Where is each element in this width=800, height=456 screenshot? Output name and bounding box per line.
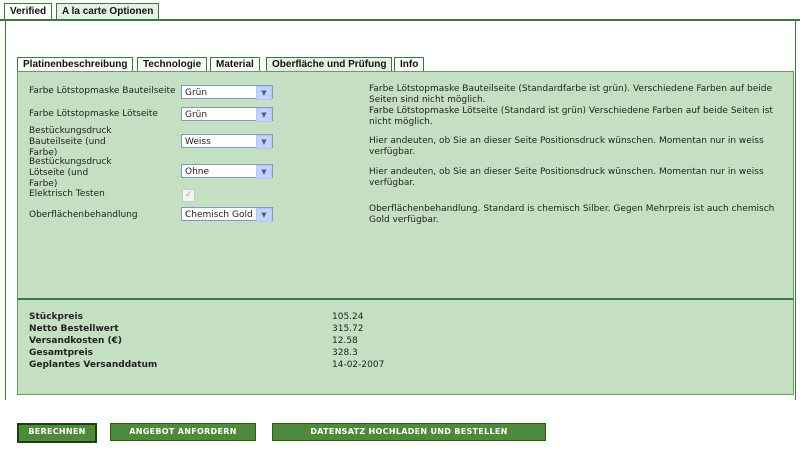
summary-value-stueckpreis: 105.24 [332,312,364,322]
tab-material[interactable]: Material [210,57,260,72]
label-line: Bauteilseite (und [29,137,106,147]
price-summary: Stückpreis 105.24 Netto Bestellwert 315.… [17,298,794,395]
tab-platinenbeschreibung[interactable]: Platinenbeschreibung [17,57,134,72]
checkbox-elektrisch-testen[interactable]: ✓ [182,189,195,202]
tab-a-la-carte-optionen[interactable]: A la carte Optionen [56,3,160,20]
tab-technologie[interactable]: Technologie [137,57,208,72]
tab-info[interactable]: Info [394,57,425,72]
label-elektrisch-testen: Elektrisch Testen [29,189,105,199]
tab-verified[interactable]: Verified [4,3,53,19]
select-bestueckung-bauteil[interactable]: Weiss ▼ [181,134,273,149]
summary-label-netto: Netto Bestellwert [29,324,119,334]
summary-value-versanddatum: 14-02-2007 [332,360,385,370]
label-oberflaeche: Oberflächenbehandlung [29,210,138,220]
select-loetstopp-bauteil[interactable]: Grün ▼ [181,85,273,100]
select-value: Ohne [185,167,210,177]
chevron-down-icon[interactable]: ▼ [256,208,272,222]
desc-bestueckung-loet: Hier andeuten, ob Sie an dieser Seite Po… [369,167,764,188]
select-value: Grün [185,88,208,98]
label-loetstopp-loet: Farbe Lötstopmaske Lötseite [29,109,158,119]
label-line: Lötseite (und [29,168,89,178]
select-value: Grün [185,110,208,120]
chevron-down-icon[interactable]: ▼ [256,86,272,100]
select-value: Weiss [185,137,211,147]
label-bestueckung-bauteil: Bestückungsdruck Bauteilseite (und Farbe… [29,126,112,159]
desc-oberflaeche: Oberflächenbehandlung. Standard is chemi… [369,204,775,225]
chevron-down-icon[interactable]: ▼ [256,108,272,122]
summary-label-versanddatum: Geplantes Versanddatum [29,360,158,370]
summary-label-gesamtpreis: Gesamtpreis [29,348,94,358]
tab-oberflaeche-und-pruefung[interactable]: Oberfläche und Prüfung [266,57,393,72]
options-form: Farbe Lötstopmaske Bauteilseite Grün ▼ F… [17,71,794,299]
angebot-anfordern-button[interactable]: ANGEBOT ANFORDERN [110,423,256,441]
summary-label-versandkosten: Versandkosten (€) [29,336,123,346]
label-line: Bestückungsdruck [29,157,112,167]
berechnen-button[interactable]: BERECHNEN [17,423,97,443]
label-bestueckung-loet: Bestückungsdruck Lötseite (und Farbe) [29,157,112,190]
summary-value-netto: 315.72 [332,324,364,334]
select-value: Chemisch Gold [185,210,253,220]
desc-bestueckung-bauteil: Hier andeuten, ob Sie an dieser Seite Po… [369,136,764,157]
label-loetstopp-bauteil: Farbe Lötstopmaske Bauteilseite [29,86,176,96]
summary-label-stueckpreis: Stückpreis [29,312,83,322]
chevron-down-icon[interactable]: ▼ [256,165,272,179]
select-oberflaeche[interactable]: Chemisch Gold ▼ [181,207,273,222]
desc-loetstopp-bauteil: Farbe Lötstopmaske Bauteilseite (Standar… [369,84,773,105]
label-line: Bestückungsdruck [29,126,112,136]
datensatz-hochladen-button[interactable]: DATENSATZ HOCHLADEN UND BESTELLEN [272,423,546,441]
chevron-down-icon[interactable]: ▼ [256,135,272,149]
select-bestueckung-loet[interactable]: Ohne ▼ [181,164,273,179]
summary-value-versandkosten: 12.58 [332,336,358,346]
summary-value-gesamtpreis: 328.3 [332,348,358,358]
desc-loetstopp-loet: Farbe Lötstopmaske Lötseite (Standard is… [369,106,773,127]
checkmark-icon: ✓ [184,190,193,200]
select-loetstopp-loet[interactable]: Grün ▼ [181,107,273,122]
